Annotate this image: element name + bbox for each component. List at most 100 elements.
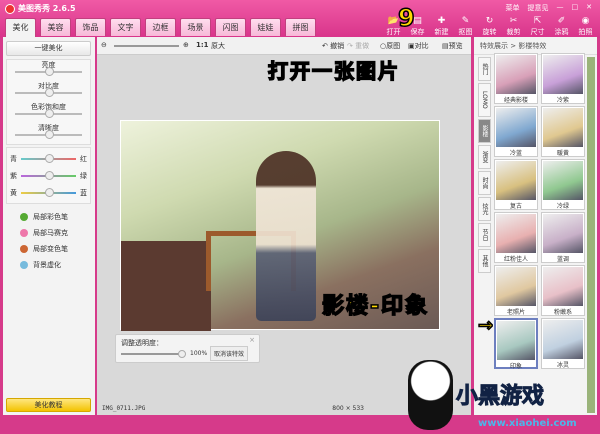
toolbar-button-4[interactable]: ↻ 旋转 xyxy=(478,16,501,37)
maximize-button[interactable]: □ xyxy=(572,3,579,13)
tool-icon: ✂ xyxy=(509,16,518,26)
cancel-effect-button[interactable]: 取消该特效 xyxy=(210,346,249,361)
slider-knob[interactable] xyxy=(45,188,54,197)
tab-5[interactable]: 场景 xyxy=(180,18,211,36)
effect-thumbnail[interactable]: 老照片 xyxy=(494,265,538,316)
effect-preview xyxy=(496,108,536,147)
effect-label: 冷蓝 xyxy=(509,150,522,157)
effect-thumbnail[interactable]: 冷蓝 xyxy=(494,106,538,157)
original-size-button[interactable]: 原大 xyxy=(211,41,225,51)
effect-thumbnail[interactable]: 经典影楼 xyxy=(494,53,538,104)
local-tool-3[interactable]: 背景虚化 xyxy=(20,260,61,270)
toolbar-button-7[interactable]: ✐ 涂鸦 xyxy=(550,16,573,37)
effect-thumbnail[interactable]: 冰灵 xyxy=(541,318,585,369)
toolbar-button-5[interactable]: ✂ 裁剪 xyxy=(502,16,525,37)
slider-knob[interactable] xyxy=(45,171,54,180)
original-button[interactable]: ○原图 xyxy=(380,41,400,51)
tab-2[interactable]: 饰品 xyxy=(75,18,106,36)
side-tab-5[interactable]: 炫光 xyxy=(478,197,491,221)
slider-knob[interactable] xyxy=(45,154,54,163)
effect-thumbnail[interactable]: 冷绿 xyxy=(541,159,585,210)
redo-label: 重做 xyxy=(355,42,370,50)
adjust-slider[interactable]: 对比度 xyxy=(7,81,90,102)
side-tab-7[interactable]: 其他 xyxy=(478,249,491,273)
photo-girl xyxy=(256,151,316,321)
opacity-value: 100% xyxy=(190,350,208,357)
preview-button[interactable]: ▤预览 xyxy=(442,41,463,51)
slider-knob[interactable] xyxy=(45,67,54,76)
watermark-name: 小黑游戏 xyxy=(455,384,545,410)
undo-button[interactable]: ↶ 撤销 xyxy=(322,41,344,51)
zoom-slider[interactable] xyxy=(114,45,179,47)
color-slider[interactable]: 黄蓝 xyxy=(7,184,90,201)
close-button[interactable]: ✕ xyxy=(586,3,592,13)
left-panel: 一键美化 亮度 对比度 色彩饱和度 清晰度 青红紫绿黄蓝 局部彩色笔局部马赛克局部变色… xyxy=(3,37,95,415)
side-tab-1[interactable]: LOMO xyxy=(478,83,491,117)
scrollbar[interactable] xyxy=(587,57,595,413)
effect-preview xyxy=(543,214,583,253)
toolbar-button-3[interactable]: ✎ 抠图 xyxy=(454,16,477,37)
effect-thumbnail[interactable]: 冷紫 xyxy=(541,53,585,104)
effect-thumbnail[interactable]: 印象 xyxy=(494,318,538,370)
side-tab-0[interactable]: 热门 xyxy=(478,57,491,81)
zoom-out-icon[interactable]: ⊖ xyxy=(101,41,107,49)
effect-label: 蓝调 xyxy=(556,256,569,263)
effect-preview xyxy=(543,161,583,200)
side-tab-4[interactable]: 时尚 xyxy=(478,171,491,195)
color-slider[interactable]: 青红 xyxy=(7,150,90,167)
tool-label: 裁剪 xyxy=(506,28,521,36)
effect-thumbnail[interactable]: 复古 xyxy=(494,159,538,210)
close-icon[interactable]: × xyxy=(249,336,255,344)
annotation-effect: 影楼-印象 xyxy=(321,293,430,320)
toolbar-button-8[interactable]: ◉ 拍照 xyxy=(574,16,597,37)
effect-preview xyxy=(496,214,536,253)
toolbar-button-2[interactable]: ✚ 新建 xyxy=(430,16,453,37)
adjust-slider[interactable]: 色彩饱和度 xyxy=(7,102,90,123)
minimize-button[interactable]: — xyxy=(557,3,564,13)
zoom-in-icon[interactable]: ⊕ xyxy=(183,41,189,49)
local-tool-2[interactable]: 局部变色笔 xyxy=(20,244,68,254)
slider-knob[interactable] xyxy=(45,130,54,139)
tool-icon: ✚ xyxy=(437,16,446,26)
tutorial-label: 美化教程 xyxy=(34,401,63,409)
local-tool-0[interactable]: 局部彩色笔 xyxy=(20,212,68,222)
local-tool-1[interactable]: 局部马赛克 xyxy=(20,228,68,238)
tab-6[interactable]: 闪图 xyxy=(215,18,246,36)
effect-preview xyxy=(496,55,536,94)
tab-1[interactable]: 美容 xyxy=(40,18,71,36)
opacity-slider-knob[interactable] xyxy=(178,350,186,358)
tool-icon xyxy=(20,213,28,221)
slider-knob[interactable] xyxy=(45,88,54,97)
tutorial-button[interactable]: 美化教程 xyxy=(6,398,91,412)
menu-button[interactable]: 菜单 xyxy=(506,3,520,13)
effect-thumbnail[interactable]: 暖黄 xyxy=(541,106,585,157)
adjust-slider[interactable]: 清晰度 xyxy=(7,123,90,144)
effect-label: 冰灵 xyxy=(556,362,569,369)
tool-label: 尺寸 xyxy=(530,28,545,36)
redo-button[interactable]: ↷ 重做 xyxy=(347,41,369,51)
file-name: IMG_0711.JPG xyxy=(102,405,146,412)
toolbar-button-6[interactable]: ⇱ 尺寸 xyxy=(526,16,549,37)
slider-knob[interactable] xyxy=(45,109,54,118)
compare-button[interactable]: ▣对比 xyxy=(408,41,429,51)
adjust-slider[interactable]: 亮度 xyxy=(7,60,90,81)
tab-7[interactable]: 娃娃 xyxy=(250,18,281,36)
side-tab-2[interactable]: 影楼 xyxy=(478,119,491,143)
color-slider[interactable]: 紫绿 xyxy=(7,167,90,184)
effect-thumbnail[interactable]: 粉嫩系 xyxy=(541,265,585,316)
app-title-text: 美图秀秀 2.6.5 xyxy=(18,4,76,13)
zoom-ratio: 1:1 xyxy=(196,41,209,49)
tab-8[interactable]: 拼图 xyxy=(285,18,316,36)
tab-4[interactable]: 边框 xyxy=(145,18,176,36)
effect-thumbnail[interactable]: 蓝调 xyxy=(541,212,585,263)
effect-thumbnail[interactable]: 红粉佳人 xyxy=(494,212,538,263)
side-tab-6[interactable]: 节日 xyxy=(478,223,491,247)
feedback-button[interactable]: 提意见 xyxy=(528,3,549,13)
opacity-slider[interactable] xyxy=(121,353,181,355)
app-title: 美图秀秀 2.6.5 xyxy=(5,3,76,14)
tab-3[interactable]: 文字 xyxy=(110,18,141,36)
one-click-beautify-button[interactable]: 一键美化 xyxy=(6,41,91,56)
tab-0[interactable]: 美化 xyxy=(5,18,36,37)
arrow-annotation-icon: → xyxy=(477,314,496,337)
side-tab-3[interactable]: 渐变 xyxy=(478,145,491,169)
